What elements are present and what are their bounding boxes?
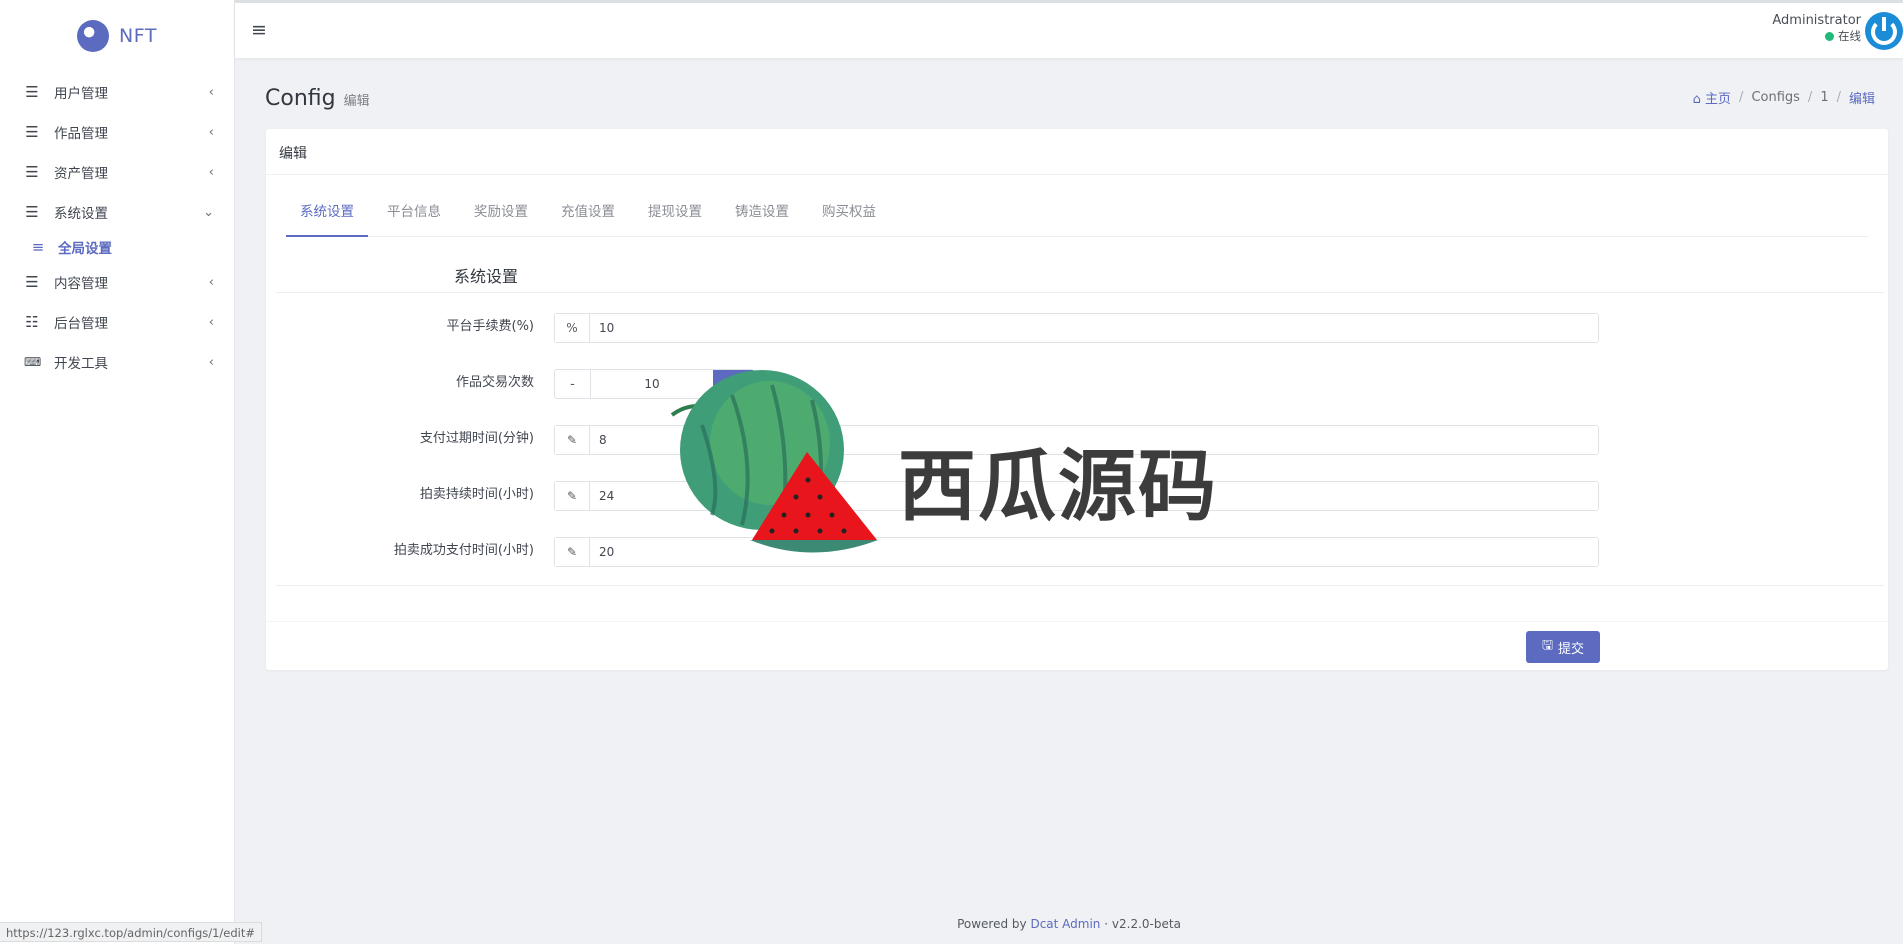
user-status: 在线 xyxy=(1772,28,1861,44)
sidebar-menu: ☰ 用户管理 ‹ ☰ 作品管理 ‹ ☰ 资产管理 ‹ ☰ 系统设置 ⌄ ≡ 全局… xyxy=(0,72,234,382)
breadcrumb-home[interactable]: ⌂ 主页 xyxy=(1693,88,1731,107)
footer-prefix: Powered by xyxy=(957,917,1027,931)
watermark-text: 西瓜源码 xyxy=(898,442,1219,532)
tasks-icon: ☷ xyxy=(25,313,39,331)
field-label: 拍卖持续时间(小时) xyxy=(419,487,534,502)
tab-purchase-rights[interactable]: 购买权益 xyxy=(808,187,890,237)
pencil-icon: ✎ xyxy=(555,538,590,566)
breadcrumb-separator: / xyxy=(1807,90,1813,105)
breadcrumb: ⌂ 主页 / Configs / 1 / 编辑 xyxy=(1693,88,1875,107)
sidebar-item-label: 全局设置 xyxy=(58,241,112,257)
brand[interactable]: NFT xyxy=(0,0,234,72)
dashboard-icon: ⌂ xyxy=(1692,92,1701,107)
tab-withdraw-settings[interactable]: 提现设置 xyxy=(634,187,716,237)
menu-toggle-icon[interactable]: ≡ xyxy=(251,19,267,41)
breadcrumb-item-current: 编辑 xyxy=(1848,92,1875,107)
decrement-button[interactable]: - xyxy=(555,370,591,398)
chevron-left-icon: ‹ xyxy=(208,124,214,140)
list-icon: ☰ xyxy=(25,203,39,221)
sidebar-item-label: 用户管理 xyxy=(54,86,108,102)
list-icon: ☰ xyxy=(25,123,39,141)
platform-fee-field: % xyxy=(554,313,1599,343)
tab-bar: 系统设置 平台信息 奖励设置 充值设置 提现设置 铸造设置 购买权益 xyxy=(286,187,1868,237)
breadcrumb-item[interactable]: Configs xyxy=(1751,90,1799,105)
chevron-left-icon: ‹ xyxy=(208,274,214,290)
breadcrumb-separator: / xyxy=(1836,90,1841,105)
breadcrumb-home-label: 主页 xyxy=(1705,92,1732,107)
field-label: 拍卖成功支付时间(小时) xyxy=(393,543,534,558)
footer-separator: · xyxy=(1104,917,1109,931)
tab-reward-settings[interactable]: 奖励设置 xyxy=(460,187,542,237)
chevron-left-icon: ‹ xyxy=(208,314,214,330)
footer: Powered by Dcat Admin · v2.2.0-beta xyxy=(235,917,1903,931)
list-icon: ☰ xyxy=(25,273,39,291)
page-title: Config 编辑 xyxy=(265,86,370,111)
sidebar-item-system-settings[interactable]: ☰ 系统设置 ⌄ xyxy=(0,192,234,232)
form-row-platform-fee: 平台手续费(%) % xyxy=(266,313,1886,345)
submit-button[interactable]: 🖫 提交 xyxy=(1526,631,1600,663)
tab-platform-info[interactable]: 平台信息 xyxy=(373,187,455,237)
field-label: 支付过期时间(分钟) xyxy=(419,431,534,446)
breadcrumb-item[interactable]: 1 xyxy=(1820,90,1828,105)
save-icon: 🖫 xyxy=(1541,638,1554,653)
list-icon: ☰ xyxy=(25,163,39,181)
divider xyxy=(266,621,1888,622)
sidebar-item-dev-tools[interactable]: ⌨ 开发工具 ‹ xyxy=(0,342,234,382)
sidebar-item-label: 作品管理 xyxy=(54,126,108,142)
platform-fee-input[interactable] xyxy=(590,314,1598,342)
tab-mint-settings[interactable]: 铸造设置 xyxy=(721,187,803,237)
online-dot-icon xyxy=(1825,31,1834,41)
sidebar-item-label: 后台管理 xyxy=(54,316,108,332)
page-title-text: Config xyxy=(265,86,336,111)
pencil-icon: ✎ xyxy=(555,426,590,454)
sidebar-item-label: 系统设置 xyxy=(54,206,108,222)
chevron-down-icon: ⌄ xyxy=(203,204,214,220)
sidebar-item-works[interactable]: ☰ 作品管理 ‹ xyxy=(0,112,234,152)
dcat-admin-link[interactable]: Dcat Admin xyxy=(1030,917,1100,931)
chevron-left-icon: ‹ xyxy=(208,354,214,370)
list-icon: ☰ xyxy=(25,83,39,101)
sidebar-item-label: 内容管理 xyxy=(54,276,108,292)
submit-label: 提交 xyxy=(1558,641,1585,657)
divider xyxy=(276,585,1884,586)
user-panel[interactable]: Administrator 在线 xyxy=(1772,13,1861,44)
sidebar-item-users[interactable]: ☰ 用户管理 ‹ xyxy=(0,72,234,112)
top-navbar: ≡ Administrator 在线 xyxy=(235,0,1903,58)
sidebar-subitem-global-settings[interactable]: ≡ 全局设置 xyxy=(0,232,234,262)
sidebar-item-content[interactable]: ☰ 内容管理 ‹ xyxy=(0,262,234,302)
tab-system-settings[interactable]: 系统设置 xyxy=(286,187,368,237)
field-label: 作品交易次数 xyxy=(455,375,534,390)
sidebar-item-label: 开发工具 xyxy=(54,356,108,372)
sidebar-item-assets[interactable]: ☰ 资产管理 ‹ xyxy=(0,152,234,192)
sidebar-item-backend[interactable]: ☷ 后台管理 ‹ xyxy=(0,302,234,342)
keyboard-icon: ⌨ xyxy=(24,355,42,369)
content-header: Config 编辑 xyxy=(265,86,370,111)
watermelon-icon xyxy=(670,370,878,553)
tab-recharge-settings[interactable]: 充值设置 xyxy=(547,187,629,237)
list-icon: ≡ xyxy=(31,238,45,256)
status-bar-url: https://123.rglxc.top/admin/configs/1/ed… xyxy=(0,922,263,942)
brand-name: NFT xyxy=(119,25,157,47)
logo-icon xyxy=(77,20,110,52)
page-subtitle: 编辑 xyxy=(343,94,370,109)
breadcrumb-separator: / xyxy=(1739,90,1744,105)
chevron-left-icon: ‹ xyxy=(208,164,214,180)
section-title: 系统设置 xyxy=(454,267,519,286)
sidebar: NFT ☰ 用户管理 ‹ ☰ 作品管理 ‹ ☰ 资产管理 ‹ ☰ 系统设置 ⌄ … xyxy=(0,0,235,944)
card-header: 编辑 xyxy=(266,129,1888,175)
percent-addon: % xyxy=(555,314,590,342)
sidebar-item-label: 资产管理 xyxy=(54,166,108,182)
field-label: 平台手续费(%) xyxy=(446,319,535,334)
footer-version: v2.2.0-beta xyxy=(1111,917,1181,931)
user-name: Administrator xyxy=(1772,13,1861,28)
status-text: 在线 xyxy=(1838,29,1861,43)
chevron-left-icon: ‹ xyxy=(208,84,214,100)
pencil-icon: ✎ xyxy=(555,482,590,510)
divider xyxy=(276,292,1884,293)
avatar[interactable] xyxy=(1865,12,1903,50)
power-icon-bar xyxy=(1882,17,1886,31)
